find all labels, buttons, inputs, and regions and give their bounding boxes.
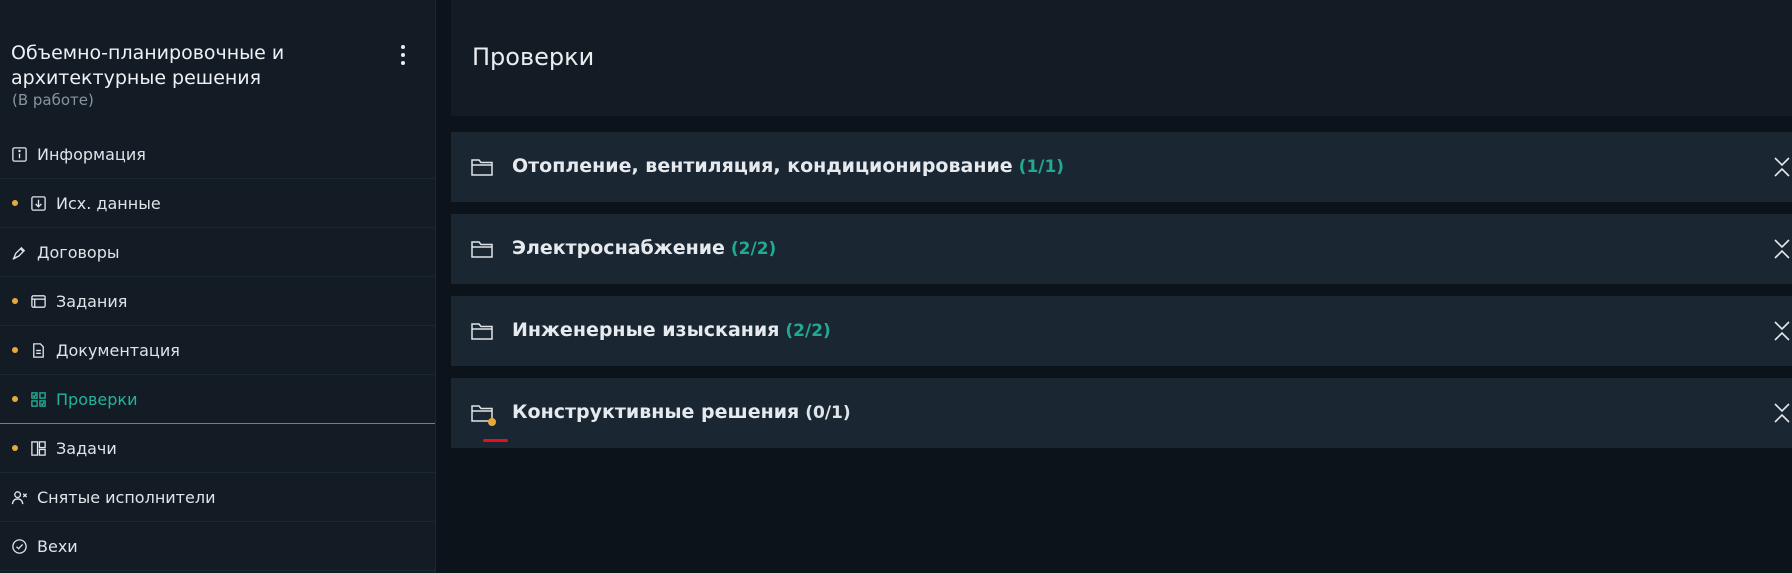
group-name: Отопление, вентиляция, кондиционирование [512, 155, 1013, 177]
folder-icon [471, 241, 493, 258]
window-icon [29, 292, 47, 310]
folder-icon [471, 159, 493, 176]
sidebar-nav: Информация Исх. данные Договоры Задания … [0, 130, 435, 571]
group-name: Инженерные изыскания [512, 319, 780, 341]
notification-dot [12, 445, 18, 451]
group-title: Конструктивные решения (0/1) [512, 401, 851, 423]
app-root: Объемно-планировочные и архитектурные ре… [0, 0, 1792, 573]
sidebar-item-label: Проверки [56, 389, 138, 409]
section-title: Объемно-планировочные и архитектурные ре… [11, 42, 285, 89]
page-title: Проверки [472, 43, 595, 71]
group-title: Отопление, вентиляция, кондиционирование… [512, 155, 1064, 177]
board-icon [29, 439, 47, 457]
sidebar-item-label: Информация [37, 144, 146, 164]
sidebar-item-label: Вехи [37, 536, 78, 556]
group-name: Электроснабжение [512, 237, 725, 259]
check-group-structural[interactable]: Конструктивные решения (0/1) [451, 378, 1792, 448]
check-group-hvac[interactable]: Отопление, вентиляция, кондиционирование… [451, 132, 1792, 202]
alert-underline [483, 439, 508, 442]
sidebar-item-checks[interactable]: Проверки [0, 375, 435, 424]
group-count: (1/1) [1018, 157, 1065, 177]
sidebar-item-info[interactable]: Информация [0, 130, 435, 179]
user-remove-icon [10, 488, 28, 506]
notification-dot [12, 298, 18, 304]
sidebar-item-tasks[interactable]: Задачи [0, 424, 435, 473]
collapse-toggle-icon[interactable] [1773, 319, 1791, 343]
group-title: Электроснабжение (2/2) [512, 237, 776, 259]
info-icon [10, 145, 28, 163]
group-name: Конструктивные решения [512, 401, 800, 423]
group-count: (2/2) [730, 239, 777, 259]
main-content: Проверки Отопление, вентиляция, кондицио… [436, 0, 1792, 573]
notification-dot [12, 200, 18, 206]
collapse-toggle-icon[interactable] [1773, 401, 1791, 425]
grid-check-icon [29, 390, 47, 408]
sidebar-item-tasks-assignments[interactable]: Задания [0, 277, 435, 326]
sidebar-item-removed-executors[interactable]: Снятые исполнители [0, 473, 435, 522]
notification-dot [12, 396, 18, 402]
group-count: (0/1) [805, 403, 851, 423]
sidebar-item-source-data[interactable]: Исх. данные [0, 179, 435, 228]
collapse-toggle-icon[interactable] [1773, 237, 1791, 261]
notification-dot [12, 347, 18, 353]
sidebar-header: Объемно-планировочные и архитектурные ре… [0, 0, 435, 126]
sidebar: Объемно-планировочные и архитектурные ре… [0, 0, 436, 573]
kebab-menu-icon[interactable] [394, 43, 412, 67]
folder-icon [471, 323, 493, 340]
sidebar-item-label: Договоры [37, 242, 120, 262]
download-icon [29, 194, 47, 212]
collapse-toggle-icon[interactable] [1773, 155, 1791, 179]
sidebar-item-label: Задачи [56, 438, 117, 458]
check-group-surveys[interactable]: Инженерные изыскания (2/2) [451, 296, 1792, 366]
sidebar-item-label: Исх. данные [56, 193, 161, 213]
sidebar-item-label: Документация [56, 340, 180, 360]
section-status: (В работе) [12, 91, 94, 109]
group-title: Инженерные изыскания (2/2) [512, 319, 831, 341]
notification-dot [488, 418, 496, 426]
check-circle-icon [10, 537, 28, 555]
page-header: Проверки [451, 0, 1792, 116]
sidebar-item-label: Задания [56, 291, 128, 311]
sidebar-item-milestones[interactable]: Вехи [0, 522, 435, 571]
group-count: (2/2) [785, 321, 831, 341]
sidebar-item-label: Снятые исполнители [37, 487, 216, 507]
sidebar-item-documentation[interactable]: Документация [0, 326, 435, 375]
document-icon [29, 341, 47, 359]
pen-icon [10, 243, 28, 261]
sidebar-item-contracts[interactable]: Договоры [0, 228, 435, 277]
check-group-power[interactable]: Электроснабжение (2/2) [451, 214, 1792, 284]
